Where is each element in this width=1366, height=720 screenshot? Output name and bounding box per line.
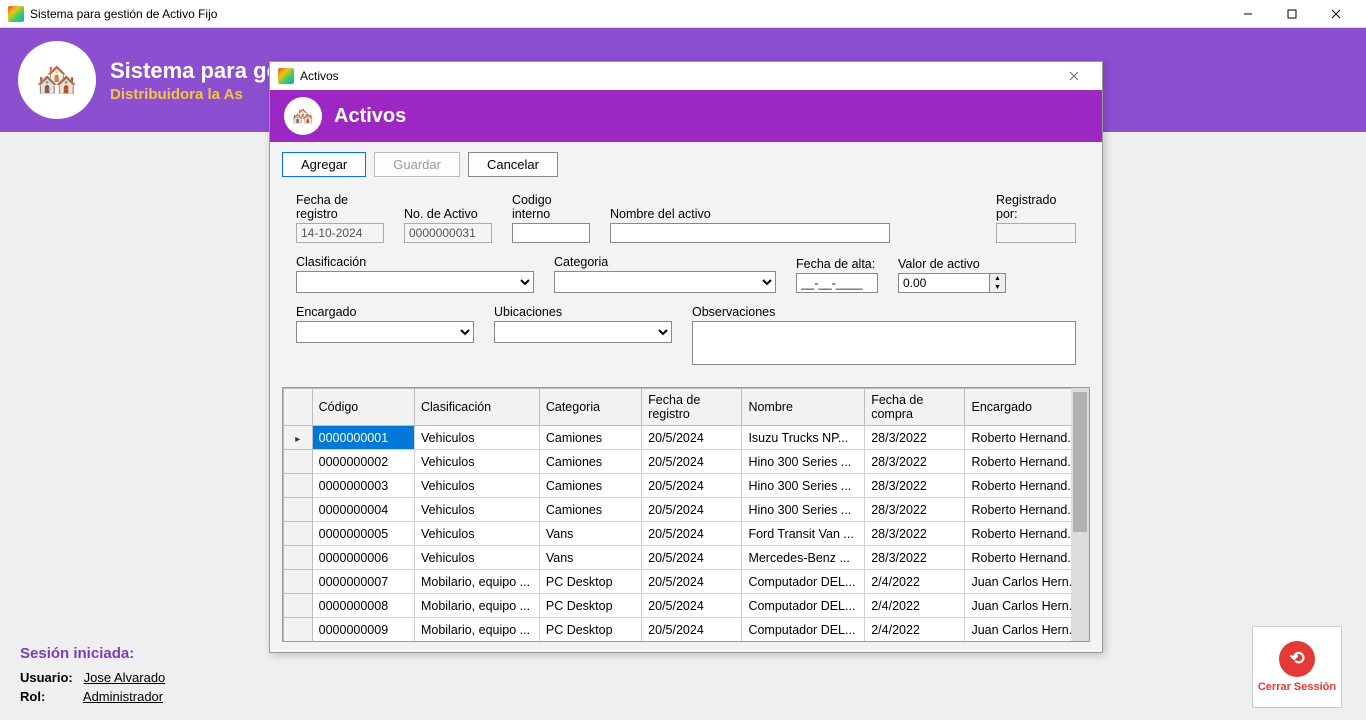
no-activo-label: No. de Activo <box>404 207 492 221</box>
clasificacion-label: Clasificación <box>296 255 534 269</box>
table-row[interactable]: 0000000002VehiculosCamiones20/5/2024Hino… <box>284 450 1089 474</box>
cell-codigo[interactable]: 0000000001 <box>312 426 414 450</box>
col-header-nombre[interactable]: Nombre <box>742 389 865 426</box>
data-grid[interactable]: Código Clasificación Categoria Fecha de … <box>282 387 1090 642</box>
categoria-label: Categoria <box>554 255 776 269</box>
codigo-interno-label: Codigo interno <box>512 193 590 221</box>
encargado-label: Encargado <box>296 305 474 319</box>
col-header-clasificacion[interactable]: Clasificación <box>414 389 539 426</box>
row-selector-header <box>284 389 313 426</box>
clasificacion-select[interactable] <box>296 271 534 293</box>
cell-codigo[interactable]: 0000000004 <box>312 498 414 522</box>
modal-activos: Activos 🏘️ Activos Agregar Guardar Cance… <box>269 61 1103 653</box>
cell-codigo[interactable]: 0000000009 <box>312 618 414 642</box>
session-info: Sesión iniciada: Usuario: Jose Alvarado … <box>20 645 165 708</box>
modal-toolbar: Agregar Guardar Cancelar <box>270 142 1102 187</box>
session-user-label: Usuario: <box>20 670 80 685</box>
encargado-select[interactable] <box>296 321 474 343</box>
modal-header: 🏘️ Activos <box>270 90 1102 142</box>
registrado-por-input <box>996 223 1076 243</box>
grid-scrollbar[interactable] <box>1071 388 1089 641</box>
registrado-por-label: Registrado por: <box>996 193 1076 221</box>
table-row[interactable]: 0000000009Mobilario, equipo ...PC Deskto… <box>284 618 1089 642</box>
session-role-value: Administrador <box>83 689 163 704</box>
logout-text: Cerrar Sessión <box>1258 681 1336 693</box>
observaciones-label: Observaciones <box>692 305 1076 319</box>
observaciones-textarea[interactable] <box>692 321 1076 365</box>
fecha-registro-label: Fecha de registro <box>296 193 384 221</box>
form-area: Fecha de registro No. de Activo Codigo i… <box>270 187 1102 387</box>
session-role-label: Rol: <box>20 689 80 704</box>
table-row[interactable]: 0000000004VehiculosCamiones20/5/2024Hino… <box>284 498 1089 522</box>
add-button[interactable]: Agregar <box>282 152 366 177</box>
nombre-activo-label: Nombre del activo <box>610 207 890 221</box>
valor-activo-spin-up[interactable]: ▲ <box>990 274 1005 283</box>
cell-codigo[interactable]: 0000000008 <box>312 594 414 618</box>
nombre-activo-input[interactable] <box>610 223 890 243</box>
codigo-interno-input[interactable] <box>512 223 590 243</box>
table-row[interactable]: 0000000005VehiculosVans20/5/2024Ford Tra… <box>284 522 1089 546</box>
col-header-fecha-compra[interactable]: Fecha de compra <box>865 389 965 426</box>
logout-icon: ⟲ <box>1279 641 1315 677</box>
fecha-alta-input[interactable] <box>796 273 878 293</box>
session-title: Sesión iniciada: <box>20 645 165 662</box>
logout-button[interactable]: ⟲ Cerrar Sessión <box>1252 626 1342 708</box>
ubicaciones-label: Ubicaciones <box>494 305 672 319</box>
cell-codigo[interactable]: 0000000003 <box>312 474 414 498</box>
app-icon <box>8 6 24 22</box>
col-header-codigo[interactable]: Código <box>312 389 414 426</box>
cancel-button[interactable]: Cancelar <box>468 152 558 177</box>
fecha-registro-input <box>296 223 384 243</box>
table-row[interactable]: 0000000007Mobilario, equipo ...PC Deskto… <box>284 570 1089 594</box>
cell-codigo[interactable]: 0000000002 <box>312 450 414 474</box>
maximize-button[interactable] <box>1270 0 1314 28</box>
modal-close-button[interactable] <box>1054 62 1094 90</box>
table-row[interactable]: 0000000006VehiculosVans20/5/2024Mercedes… <box>284 546 1089 570</box>
cell-codigo[interactable]: 0000000005 <box>312 522 414 546</box>
valor-activo-input[interactable] <box>898 273 990 293</box>
col-header-fecha-registro[interactable]: Fecha de registro <box>642 389 742 426</box>
table-row[interactable]: 0000000008Mobilario, equipo ...PC Deskto… <box>284 594 1089 618</box>
banner-logo-icon: 🏘️ <box>18 41 96 119</box>
main-titlebar: Sistema para gestión de Activo Fijo <box>0 0 1366 28</box>
cell-codigo[interactable]: 0000000007 <box>312 570 414 594</box>
modal-app-icon <box>278 68 294 84</box>
cell-codigo[interactable]: 0000000006 <box>312 546 414 570</box>
ubicaciones-select[interactable] <box>494 321 672 343</box>
col-header-encargado[interactable]: Encargado <box>965 389 1089 426</box>
close-button[interactable] <box>1314 0 1358 28</box>
modal-titlebar: Activos <box>270 62 1102 90</box>
save-button: Guardar <box>374 152 460 177</box>
no-activo-input <box>404 223 492 243</box>
valor-activo-spin-down[interactable]: ▼ <box>990 283 1005 292</box>
modal-window-title: Activos <box>300 69 1054 83</box>
modal-header-title: Activos <box>334 105 406 128</box>
fecha-alta-label: Fecha de alta: <box>796 257 878 271</box>
categoria-select[interactable] <box>554 271 776 293</box>
valor-activo-label: Valor de activo <box>898 257 1016 271</box>
col-header-categoria[interactable]: Categoria <box>539 389 641 426</box>
table-row[interactable]: 0000000001VehiculosCamiones20/5/2024Isuz… <box>284 426 1089 450</box>
session-user-value: Jose Alvarado <box>84 670 166 685</box>
main-window-title: Sistema para gestión de Activo Fijo <box>30 7 1226 21</box>
table-row[interactable]: 0000000003VehiculosCamiones20/5/2024Hino… <box>284 474 1089 498</box>
minimize-button[interactable] <box>1226 0 1270 28</box>
modal-header-icon: 🏘️ <box>284 97 322 135</box>
